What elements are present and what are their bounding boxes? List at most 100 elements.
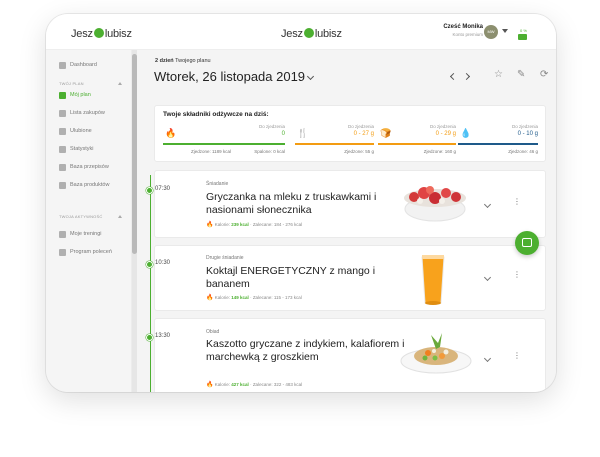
- center-logo-mark-icon: [303, 28, 314, 38]
- meal-title[interactable]: Koktajl ENERGETYCZNY z mango i bananem: [206, 265, 421, 290]
- sidebar-item-products[interactable]: Baza produktów: [46, 178, 132, 192]
- favorite-day-icon[interactable]: ☆: [494, 69, 503, 81]
- nutrient-label: Do zjedzenia: [258, 124, 285, 129]
- sidebar-item-shopping-list[interactable]: Lista zakupów: [46, 106, 132, 120]
- sidebar-item-label: Ulubione: [70, 128, 92, 134]
- date-dropdown-chevron-icon[interactable]: [306, 72, 315, 81]
- edit-plan-icon[interactable]: ✎: [517, 69, 525, 81]
- timeline-dot: [146, 187, 153, 194]
- sidebar-item-favorites[interactable]: Ulubione: [46, 124, 132, 138]
- nutrient-eaten: Zjedzone: 1189 kcal: [191, 149, 231, 154]
- plan-day-rest: Twojego planu: [173, 58, 211, 64]
- nutrient-eaten: Zjedzone: 160 g: [423, 149, 456, 154]
- sidebar-item-recipes[interactable]: Baza przepisów: [46, 160, 132, 174]
- nutrients-card: Twoje składniki odżywcze na dziś: 🔥 Do z…: [154, 105, 546, 162]
- bread-icon: 🍞: [380, 128, 392, 138]
- kcal-recommended: Zalecane: 115 - 173 kcal: [252, 295, 302, 300]
- nutrient-progress-bar: [458, 143, 538, 145]
- nutrients-title: Twoje składniki odżywcze na dziś:: [163, 111, 269, 118]
- device-frame: Jesz lubisz Jesz lubisz Cześć Monika Konto…: [46, 14, 556, 392]
- products-icon: [59, 181, 66, 189]
- kcal-recommended: Zalecane: 184 - 276 kcal: [252, 222, 303, 227]
- meal-more-icon[interactable]: ⋮: [513, 198, 521, 206]
- meal-title[interactable]: Gryczanka na mleku z truskawkami i nasio…: [206, 191, 421, 216]
- flame-icon: 🔥: [206, 222, 214, 228]
- sidebar-item-label: Dashboard: [70, 62, 97, 68]
- meal-card-breakfast[interactable]: Śniadanie Gryczanka na mleku z truskawka…: [154, 170, 546, 238]
- sidebar-item-my-plan[interactable]: Mój plan: [46, 88, 132, 102]
- nutrient-label: Do zjedzenia: [511, 124, 538, 129]
- meal-type: Drugie śniadanie: [206, 255, 244, 261]
- sidebar-item-dashboard[interactable]: Dashboard: [46, 58, 132, 72]
- center-logo-text-1: Jesz: [281, 28, 303, 40]
- training-icon: [59, 230, 66, 238]
- user-menu-caret-icon[interactable]: [502, 29, 508, 33]
- meal-time: 10:30: [155, 260, 171, 266]
- meal-type: Obiad: [206, 329, 220, 335]
- collapse-plan-icon[interactable]: [118, 82, 122, 85]
- top-header: Jesz lubisz Jesz lubisz Cześć Monika Konto…: [46, 14, 556, 50]
- nutrient-burned: Spalone: 0 kcal: [254, 149, 285, 154]
- nutrient-col-protein: 🍴 Do zjedzenia 0 - 27 g Zjedzone: 55 g: [295, 121, 374, 161]
- sidebar-item-label: Program poleceń: [70, 249, 112, 255]
- nutrient-col-carbs: 🍞 Do zjedzenia 0 - 29 g Zjedzone: 160 g: [378, 121, 456, 161]
- notif-badge: 0 %: [520, 28, 527, 33]
- fork-icon: 🍴: [297, 128, 309, 138]
- logo[interactable]: Jesz lubisz: [71, 28, 132, 40]
- timeline-dot: [146, 334, 153, 341]
- section-title-activity: TWOJA AKTYWNOŚĆ: [59, 214, 103, 219]
- meal-calories: 🔥 Kalorie: 427 kcal · Zalecane: 322 - 48…: [206, 382, 303, 388]
- nutrient-col-kcal: 🔥 Do zjedzenia 0 Zjedzone: 1189 kcal Spa…: [163, 121, 285, 161]
- expand-meal-chevron-icon[interactable]: [483, 354, 492, 363]
- timeline-line: [150, 175, 151, 392]
- meal-card-lunch[interactable]: Obiad Kaszotto gryczane z indykiem, kala…: [154, 318, 546, 392]
- nutrient-progress-bar: [295, 143, 374, 145]
- meal-image-mango-drink[interactable]: [418, 251, 448, 307]
- flame-icon: 🔥: [206, 382, 214, 388]
- user-account-type: Konto premium: [452, 32, 483, 37]
- logout-icon[interactable]: [518, 34, 527, 40]
- sidebar-item-label: Baza przepisów: [70, 164, 109, 170]
- kcal-value: 239 kcal: [231, 222, 249, 227]
- meal-more-icon[interactable]: ⋮: [513, 271, 521, 279]
- sidebar-item-referral[interactable]: Program poleceń: [46, 245, 132, 259]
- sidebar-item-label: Baza produktów: [70, 182, 110, 188]
- meal-image-strawberry-bowl[interactable]: [400, 179, 470, 225]
- flame-icon: 🔥: [206, 295, 214, 301]
- sidebar-item-label: Mój plan: [70, 92, 91, 98]
- user-name: Cześć Monika: [443, 24, 483, 30]
- nutrient-eaten: Zjedzone: 55 g: [344, 149, 374, 154]
- meal-title[interactable]: Kaszotto gryczane z indykiem, kalafiorem…: [206, 338, 421, 363]
- next-day-icon[interactable]: [462, 72, 471, 81]
- avatar[interactable]: MW: [484, 25, 498, 39]
- sidebar: Dashboard TWÓJ PLAN Mój plan Lista zakup…: [46, 50, 132, 392]
- nutrient-eaten: Zjedzone: 46 g: [508, 149, 538, 154]
- refresh-plan-icon[interactable]: ⟳: [540, 69, 548, 81]
- sidebar-item-trainings[interactable]: Moje treningi: [46, 227, 132, 241]
- expand-meal-chevron-icon[interactable]: [483, 273, 492, 282]
- section-title-plan: TWÓJ PLAN: [59, 81, 84, 86]
- collapse-activity-icon[interactable]: [118, 215, 122, 218]
- center-logo[interactable]: Jesz lubisz: [281, 28, 342, 40]
- kcal-recommended: Zalecane: 322 - 483 kcal: [252, 382, 303, 387]
- chat-button[interactable]: [515, 231, 539, 255]
- meal-card-second-breakfast[interactable]: Drugie śniadanie Koktajl ENERGETYCZNY z …: [154, 245, 546, 311]
- kcal-label: Kalorie:: [214, 382, 231, 387]
- nutrient-value: 0 - 27 g: [353, 131, 374, 137]
- user-info[interactable]: Cześć Monika Konto premium: [430, 24, 483, 37]
- nutrient-progress-bar: [163, 143, 285, 145]
- meal-more-icon[interactable]: ⋮: [513, 352, 521, 360]
- page-title: Wtorek, 26 listopada 2019: [154, 69, 306, 84]
- sidebar-item-label: Moje treningi: [70, 231, 102, 237]
- main-content: 2 dzień Twojego planu Wtorek, 26 listopa…: [137, 50, 556, 392]
- chart-icon: [59, 145, 66, 153]
- meal-calories: 🔥 Kalorie: 149 kcal · Zalecane: 115 - 17…: [206, 295, 302, 301]
- expand-meal-chevron-icon[interactable]: [483, 200, 492, 209]
- nutrient-value: 0 - 29 g: [435, 131, 456, 137]
- previous-day-icon[interactable]: [449, 72, 458, 81]
- home-icon: [59, 61, 66, 69]
- meal-image-kaszotto-plate[interactable]: [398, 329, 474, 377]
- sidebar-item-stats[interactable]: Statystyki: [46, 142, 132, 156]
- timeline-dot: [146, 261, 153, 268]
- kcal-label: Kalorie:: [214, 222, 231, 227]
